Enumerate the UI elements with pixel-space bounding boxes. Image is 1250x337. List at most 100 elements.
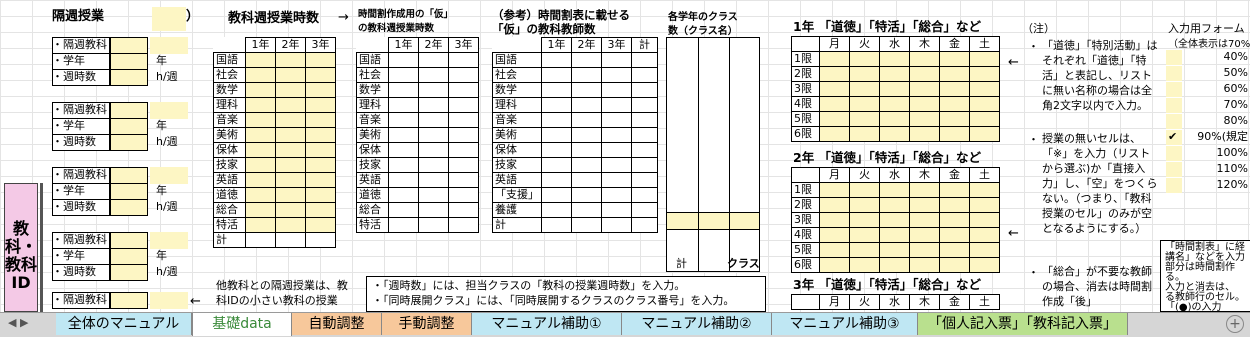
period-cell[interactable] (849, 66, 880, 82)
period-cell[interactable] (879, 126, 910, 142)
hours-cell[interactable] (245, 217, 276, 233)
hours-cell[interactable] (541, 112, 572, 128)
period-cell[interactable] (909, 111, 940, 127)
hours-cell[interactable] (448, 172, 479, 188)
hours-cell[interactable] (541, 142, 572, 158)
biweekly-input[interactable] (110, 102, 148, 119)
biweekly-input[interactable] (110, 264, 148, 281)
hours-cell[interactable] (448, 52, 479, 68)
period-cell[interactable] (969, 81, 1000, 97)
biweekly-subject-id[interactable] (150, 292, 188, 309)
zoom-level[interactable]: 110% (1184, 162, 1248, 176)
hours-cell[interactable] (275, 52, 306, 68)
sheet-tab-3[interactable]: 自動調整 (292, 313, 382, 335)
period-cell[interactable] (879, 96, 910, 112)
hours-cell[interactable] (541, 82, 572, 98)
period-cell[interactable] (849, 212, 880, 228)
hours-cell[interactable] (418, 142, 449, 158)
hours-cell[interactable] (571, 52, 602, 68)
hours-cell[interactable] (448, 112, 479, 128)
period-cell[interactable] (909, 66, 940, 82)
zoom-level[interactable]: 80% (1184, 114, 1248, 128)
hours-cell[interactable] (305, 232, 336, 248)
zoom-level[interactable]: 70% (1184, 98, 1248, 112)
hours-cell[interactable] (388, 67, 419, 83)
period-cell[interactable] (849, 227, 880, 243)
hours-cell[interactable] (245, 142, 276, 158)
hours-cell[interactable] (541, 127, 572, 143)
hours-cell[interactable] (388, 187, 419, 203)
period-cell[interactable] (849, 257, 880, 273)
zoom-level[interactable]: 60% (1184, 82, 1248, 96)
hours-cell[interactable] (541, 67, 572, 83)
sheet-tab-6[interactable]: マニュアル補助② (622, 313, 772, 335)
period-cell[interactable] (939, 242, 970, 258)
period-cell[interactable] (969, 227, 1000, 243)
hours-cell[interactable] (601, 202, 632, 218)
period-cell[interactable] (849, 242, 880, 258)
period-cell[interactable] (969, 66, 1000, 82)
period-cell[interactable] (849, 182, 880, 198)
biweekly-input[interactable] (110, 134, 148, 151)
period-cell[interactable] (849, 51, 880, 67)
hours-cell[interactable] (418, 157, 449, 173)
hours-cell[interactable] (448, 202, 479, 218)
period-cell[interactable] (819, 227, 850, 243)
period-cell[interactable] (819, 96, 850, 112)
hours-cell[interactable] (305, 187, 336, 203)
hours-cell[interactable] (571, 112, 602, 128)
zoom-check-cell[interactable] (1166, 82, 1182, 97)
hours-cell[interactable] (245, 67, 276, 83)
period-cell[interactable] (909, 257, 940, 273)
hours-cell[interactable] (305, 52, 336, 68)
hours-cell[interactable] (388, 97, 419, 113)
hours-cell[interactable] (245, 112, 276, 128)
hours-cell[interactable] (305, 67, 336, 83)
period-cell[interactable] (969, 212, 1000, 228)
hours-cell[interactable] (571, 67, 602, 83)
period-cell[interactable] (939, 197, 970, 213)
zoom-check-cell[interactable] (1166, 98, 1182, 113)
period-cell[interactable] (909, 197, 940, 213)
section-input[interactable] (152, 7, 186, 31)
period-cell[interactable] (819, 111, 850, 127)
hours-cell[interactable] (418, 202, 449, 218)
period-cell[interactable] (939, 182, 970, 198)
hours-cell[interactable] (601, 112, 632, 128)
zoom-check-cell[interactable] (1166, 162, 1182, 177)
hours-cell[interactable] (541, 187, 572, 203)
hours-cell[interactable] (388, 112, 419, 128)
sheet-tab-7[interactable]: マニュアル補助③ (772, 313, 918, 335)
period-cell[interactable] (879, 111, 910, 127)
hours-cell[interactable] (245, 97, 276, 113)
hours-cell[interactable] (388, 172, 419, 188)
hours-cell[interactable] (388, 142, 419, 158)
period-cell[interactable] (939, 96, 970, 112)
period-cell[interactable] (909, 126, 940, 142)
biweekly-input[interactable] (110, 37, 148, 54)
class-count-inputs[interactable] (666, 212, 760, 230)
zoom-level[interactable]: 90%(規定 (1184, 130, 1248, 144)
period-cell[interactable] (879, 242, 910, 258)
period-cell[interactable] (819, 126, 850, 142)
period-cell[interactable] (939, 111, 970, 127)
sheet-tab-8[interactable]: 「個人記入票」「教科記入票」 (918, 313, 1128, 335)
hours-cell[interactable] (245, 157, 276, 173)
hours-cell[interactable] (418, 97, 449, 113)
hours-cell[interactable] (305, 82, 336, 98)
hours-cell[interactable] (418, 82, 449, 98)
hours-cell[interactable] (418, 52, 449, 68)
period-cell[interactable] (909, 212, 940, 228)
period-cell[interactable] (909, 81, 940, 97)
zoom-check-cell[interactable] (1166, 146, 1182, 161)
period-cell[interactable] (909, 96, 940, 112)
hours-cell[interactable] (245, 172, 276, 188)
period-cell[interactable] (819, 51, 850, 67)
period-cell[interactable] (909, 227, 940, 243)
period-cell[interactable] (939, 51, 970, 67)
hours-cell[interactable] (601, 127, 632, 143)
period-cell[interactable] (879, 182, 910, 198)
biweekly-subject-id[interactable] (150, 167, 188, 184)
period-cell[interactable] (819, 212, 850, 228)
biweekly-subject-id[interactable] (150, 232, 188, 249)
